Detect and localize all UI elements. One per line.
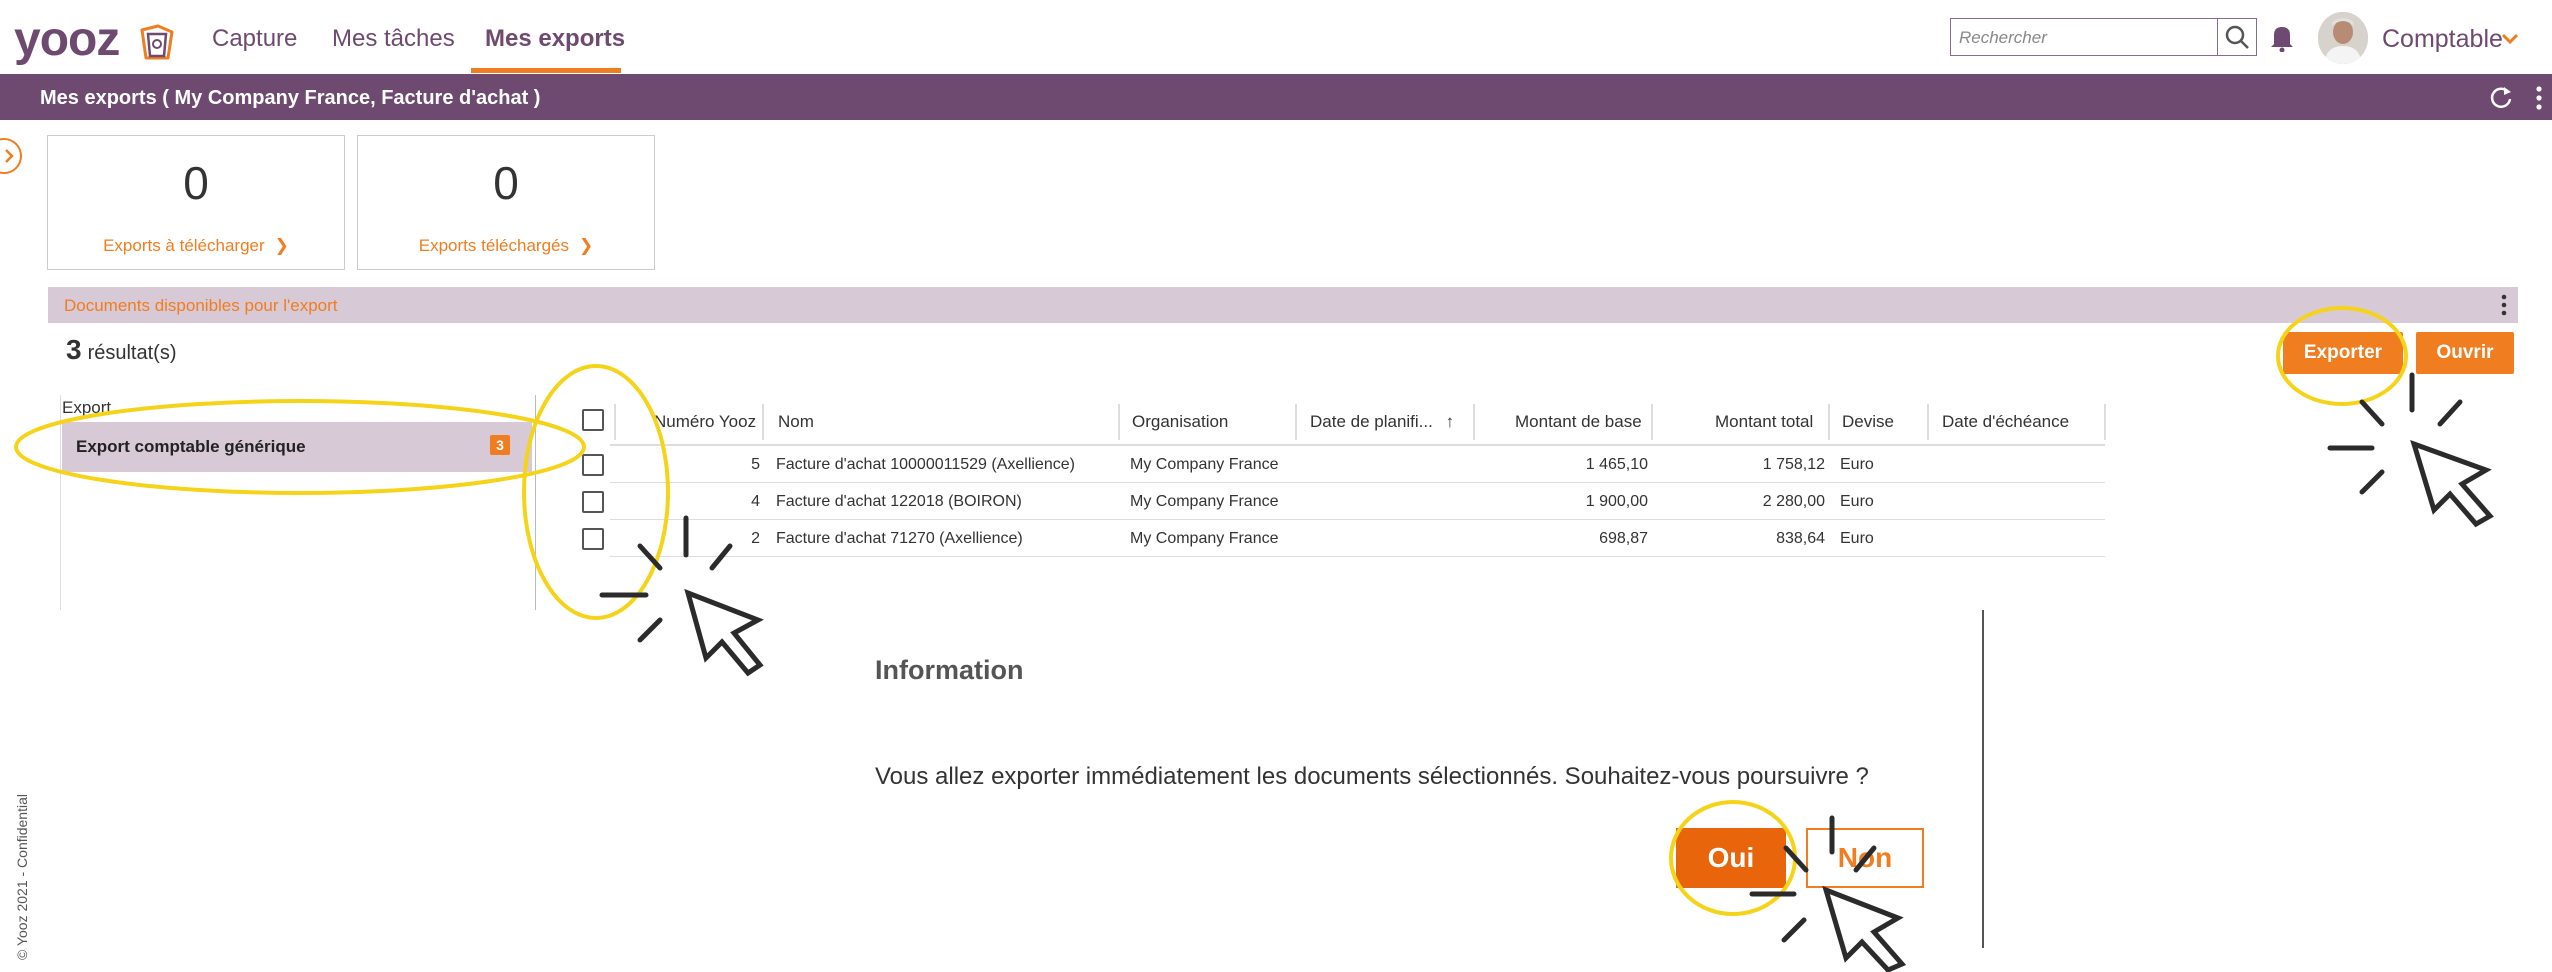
- column-separator: [1473, 404, 1475, 440]
- tab-capture[interactable]: Capture: [212, 24, 297, 54]
- exporter-button[interactable]: Exporter: [2283, 332, 2403, 374]
- row-checkbox[interactable]: [582, 454, 604, 476]
- results-number: 3: [66, 334, 82, 365]
- tab-mes-exports[interactable]: Mes exports: [485, 24, 625, 54]
- cell-montant-base: 698,87: [1599, 530, 1648, 547]
- cell-devise: Euro: [1840, 456, 1874, 473]
- active-tab-indicator: [471, 68, 621, 73]
- oui-button[interactable]: Oui: [1676, 828, 1786, 888]
- search-icon: [2225, 25, 2249, 49]
- cell-montant-base: 1 900,00: [1585, 493, 1648, 510]
- bell-icon[interactable]: [2268, 22, 2296, 52]
- page-title: Mes exports ( My Company France, Facture…: [40, 87, 541, 109]
- column-separator: [614, 404, 616, 440]
- column-separator: [1118, 404, 1120, 440]
- stat-value: 0: [493, 157, 519, 209]
- cell-montant-total: 2 280,00: [1762, 493, 1825, 510]
- column-header-devise[interactable]: Devise: [1842, 412, 1894, 432]
- yooz-logo-icon: [140, 24, 174, 60]
- stat-card-exports-to-download: 0 Exports à télécharger ❯: [47, 135, 345, 270]
- non-button[interactable]: Non: [1806, 828, 1924, 888]
- user-menu-label[interactable]: Comptable: [2382, 24, 2503, 54]
- cell-nom: Facture d'achat 122018 (BOIRON): [776, 493, 1022, 510]
- column-separator: [1651, 404, 1653, 440]
- column-header-organisation[interactable]: Organisation: [1132, 412, 1228, 432]
- cell-montant-base: 1 465,10: [1585, 456, 1648, 473]
- row-checkbox[interactable]: [582, 528, 604, 550]
- chevron-right-icon: ❯: [579, 236, 594, 255]
- exports-to-download-link[interactable]: Exports à télécharger ❯: [48, 236, 344, 256]
- cell-organisation: My Company France: [1130, 530, 1279, 547]
- export-item-label: Export comptable générique: [76, 437, 306, 456]
- column-header-numero[interactable]: Numéro Yooz: [654, 412, 756, 432]
- dialog-message: Vous allez exporter immédiatement les do…: [875, 763, 1869, 790]
- more-vertical-icon[interactable]: [2500, 293, 2508, 317]
- cell-nom: Facture d'achat 10000011529 (Axellience): [776, 456, 1075, 473]
- stat-link-label: Exports à télécharger: [103, 236, 265, 255]
- stat-link-label: Exports téléchargés: [418, 236, 569, 255]
- cell-numero: 2: [751, 530, 760, 547]
- cell-numero: 4: [751, 493, 760, 510]
- cell-organisation: My Company France: [1130, 456, 1279, 473]
- column-header-nom[interactable]: Nom: [778, 412, 814, 432]
- cell-numero: 5: [751, 456, 760, 473]
- chevron-down-icon[interactable]: [2500, 30, 2520, 48]
- row-checkbox[interactable]: [582, 491, 604, 513]
- table-row[interactable]: 2 Facture d'achat 71270 (Axellience) My …: [570, 520, 2110, 557]
- column-header-label: Date de planifi...: [1310, 412, 1433, 431]
- chevron-right-icon: [5, 149, 14, 163]
- exports-downloaded-link[interactable]: Exports téléchargés ❯: [358, 236, 654, 256]
- column-header-date-echeance[interactable]: Date d'échéance: [1942, 412, 2069, 432]
- select-all-checkbox[interactable]: [582, 409, 604, 431]
- column-header-montant-total[interactable]: Montant total: [1715, 412, 1813, 432]
- table-row[interactable]: 5 Facture d'achat 10000011529 (Axellienc…: [570, 446, 2110, 483]
- cell-montant-total: 838,64: [1776, 530, 1825, 547]
- dialog-edge: [1982, 610, 1984, 948]
- table-row[interactable]: 4 Facture d'achat 122018 (BOIRON) My Com…: [570, 483, 2110, 520]
- cursor-icon: [2327, 372, 2494, 528]
- column-separator: [1927, 404, 1929, 440]
- refresh-icon[interactable]: [2488, 84, 2514, 110]
- export-count-badge: 3: [490, 435, 510, 455]
- column-separator: [1828, 404, 1830, 440]
- column-separator: [2104, 404, 2106, 440]
- results-label: résultat(s): [87, 342, 177, 364]
- page-header: Mes exports ( My Company France, Facture…: [0, 74, 2552, 120]
- avatar-icon: [2318, 12, 2368, 64]
- ouvrir-button[interactable]: Ouvrir: [2416, 332, 2514, 374]
- search-input[interactable]: Rechercher: [1950, 18, 2218, 56]
- cell-nom: Facture d'achat 71270 (Axellience): [776, 530, 1023, 547]
- sort-up-icon: ↑: [1445, 412, 1455, 431]
- search-button[interactable]: [2217, 18, 2257, 56]
- cell-devise: Euro: [1840, 493, 1874, 510]
- stat-value: 0: [183, 157, 209, 209]
- column-separator: [1295, 404, 1297, 440]
- more-vertical-icon[interactable]: [2534, 84, 2544, 112]
- cell-devise: Euro: [1840, 530, 1874, 547]
- avatar[interactable]: [2318, 12, 2368, 64]
- copyright-notice: © Yooz 2021 - Confidential: [14, 794, 30, 960]
- export-group-label: Export: [62, 398, 112, 417]
- yooz-logo[interactable]: yooz: [14, 16, 120, 64]
- stat-card-exports-downloaded: 0 Exports téléchargés ❯: [357, 135, 655, 270]
- tab-mes-taches[interactable]: Mes tâches: [332, 24, 455, 54]
- cell-montant-total: 1 758,12: [1762, 456, 1825, 473]
- chevron-right-icon: ❯: [274, 236, 289, 255]
- cell-organisation: My Company France: [1130, 493, 1279, 510]
- dialog-title: Information: [875, 655, 1024, 685]
- column-separator: [762, 404, 764, 440]
- documents-section-header: Documents disponibles pour l'export: [48, 287, 2518, 323]
- results-count: 3 résultat(s): [66, 336, 176, 367]
- row-divider: [610, 556, 2105, 557]
- sidebar-toggle[interactable]: [0, 138, 22, 174]
- section-title: Documents disponibles pour l'export: [64, 296, 338, 315]
- column-header-date-planification[interactable]: Date de planifi... ↑: [1310, 412, 1454, 432]
- top-navigation: yooz Capture Mes tâches Mes exports Rech…: [0, 0, 2552, 74]
- export-item-comptable-generique[interactable]: Export comptable générique 3: [62, 422, 532, 472]
- column-header-montant-base[interactable]: Montant de base: [1515, 412, 1642, 432]
